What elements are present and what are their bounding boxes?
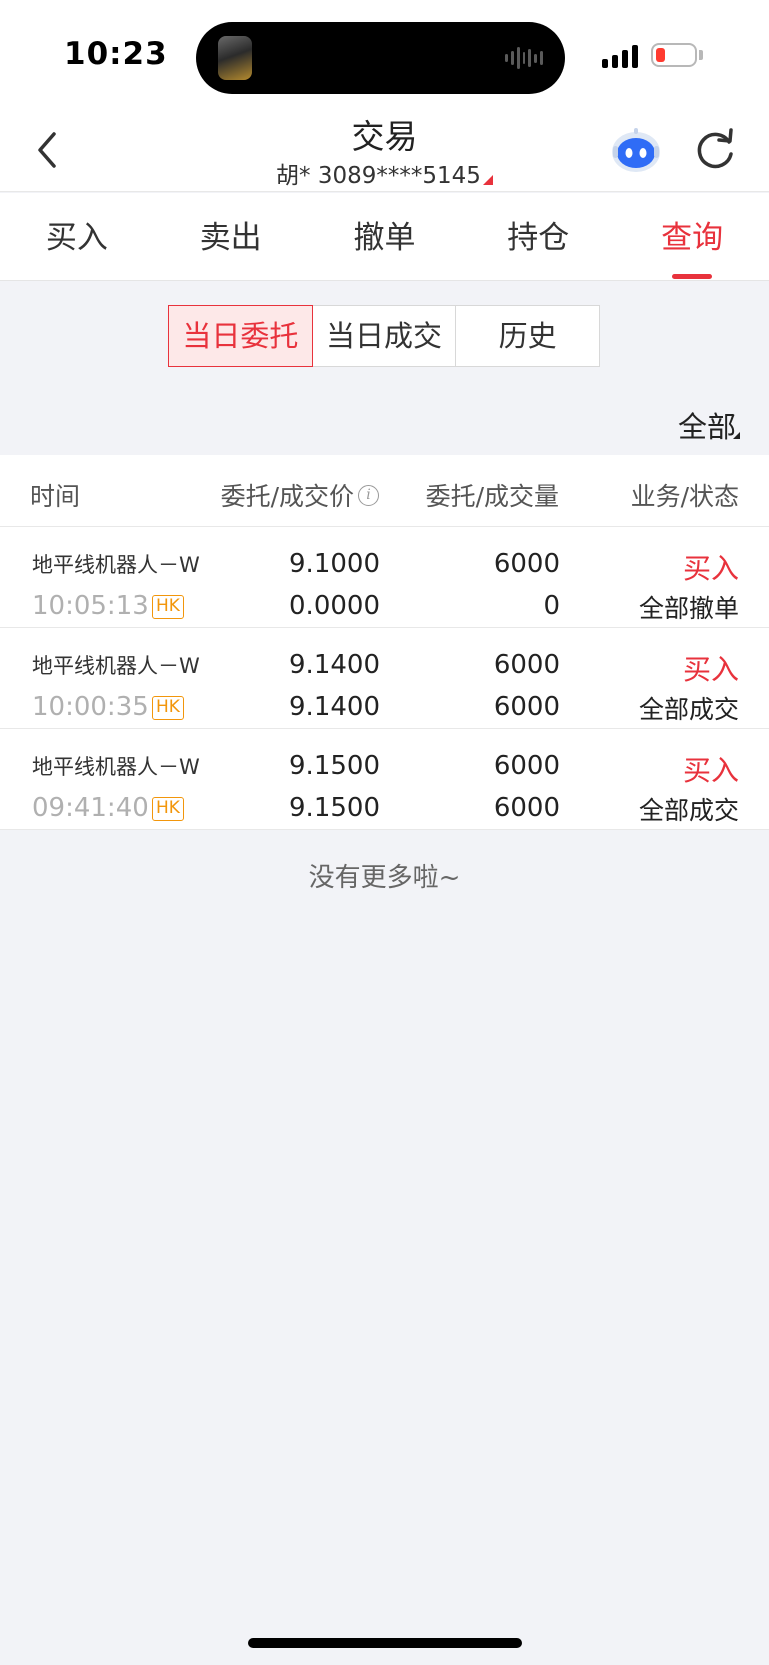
- status-time: 10:23: [64, 36, 168, 72]
- column-header-time: 时间: [30, 482, 81, 511]
- robot-assistant-icon[interactable]: [610, 126, 662, 174]
- column-header-status: 业务/状态: [630, 482, 739, 511]
- order-price: 9.1400: [289, 650, 380, 680]
- order-state: 全部成交: [638, 796, 739, 825]
- segment-history[interactable]: 历史: [456, 305, 601, 367]
- info-icon[interactable]: i: [358, 484, 379, 506]
- market-badge: HK: [152, 797, 184, 821]
- order-quantity: 6000: [493, 549, 560, 579]
- order-time: 10:05:13: [32, 591, 149, 621]
- order-quantity: 6000: [493, 650, 560, 680]
- column-header-price: 委托/成交价 i: [221, 477, 379, 513]
- orders-table: 时间 委托/成交价 i 委托/成交量 业务/状态 地平线机器人－W 10:05:…: [0, 455, 769, 830]
- status-bar: 10:23: [0, 0, 769, 110]
- now-playing-artwork-icon: [218, 36, 252, 80]
- no-more-text: 没有更多啦~: [308, 863, 461, 893]
- battery-cap: [699, 50, 703, 60]
- account-dropdown-icon: [482, 175, 493, 185]
- order-time: 09:41:40: [32, 793, 149, 823]
- filter-dropdown[interactable]: 全部: [678, 404, 736, 446]
- segment-today-trades[interactable]: 当日成交: [312, 305, 457, 367]
- tab-query[interactable]: 查询: [615, 193, 769, 280]
- fill-quantity: 0: [543, 591, 560, 621]
- order-side: 买入: [682, 754, 739, 787]
- tab-cancel-order[interactable]: 撤单: [308, 193, 462, 280]
- tab-buy[interactable]: 买入: [0, 193, 154, 280]
- order-side: 买入: [682, 653, 739, 686]
- stock-name: 地平线机器人－W: [32, 755, 200, 779]
- order-state: 全部撤单: [638, 594, 739, 623]
- tab-positions[interactable]: 持仓: [461, 193, 615, 280]
- market-badge: HK: [152, 696, 184, 720]
- table-header: 时间 委托/成交价 i 委托/成交量 业务/状态: [0, 455, 769, 527]
- fill-price: 9.1400: [289, 692, 380, 722]
- fill-price: 0.0000: [289, 591, 380, 621]
- audio-waveform-icon: [505, 46, 544, 70]
- trade-tab-bar: 买入 卖出 撤单 持仓 查询: [0, 193, 769, 281]
- cellular-signal-icon: [602, 44, 640, 68]
- battery-level: [656, 48, 665, 62]
- order-time: 10:00:35: [32, 692, 149, 722]
- table-row[interactable]: 地平线机器人－W 09:41:40 HK 9.1500 9.1500 6000 …: [0, 729, 769, 830]
- market-badge: HK: [152, 595, 184, 619]
- order-side: 买入: [682, 552, 739, 585]
- battery-icon: [651, 43, 697, 67]
- order-state: 全部成交: [638, 695, 739, 724]
- dynamic-island[interactable]: [196, 22, 565, 94]
- table-row[interactable]: 地平线机器人－W 10:00:35 HK 9.1400 9.1400 6000 …: [0, 628, 769, 729]
- nav-bar: 交易 胡* 3089****5145: [0, 110, 769, 192]
- home-indicator[interactable]: [248, 1638, 522, 1648]
- order-quantity: 6000: [493, 751, 560, 781]
- table-row[interactable]: 地平线机器人－W 10:05:13 HK 9.1000 0.0000 6000 …: [0, 527, 769, 628]
- tab-sell[interactable]: 卖出: [154, 193, 308, 280]
- fill-quantity: 6000: [493, 692, 560, 722]
- filter-dropdown-icon: [733, 432, 740, 439]
- stock-name: 地平线机器人－W: [32, 654, 200, 678]
- screen: 10:23 交易 胡* 3089****5145 买入 卖出 撤单 持仓 查询 …: [0, 0, 769, 1665]
- refresh-icon[interactable]: [692, 128, 738, 174]
- query-segmented-control: 当日委托 当日成交 历史: [168, 305, 601, 367]
- order-price: 9.1500: [289, 751, 380, 781]
- stock-name: 地平线机器人－W: [32, 553, 200, 577]
- fill-price: 9.1500: [289, 793, 380, 823]
- fill-quantity: 6000: [493, 793, 560, 823]
- account-number: 胡* 3089****5145: [276, 163, 481, 189]
- segment-today-orders[interactable]: 当日委托: [168, 305, 313, 367]
- column-header-quantity: 委托/成交量: [425, 482, 559, 511]
- order-price: 9.1000: [289, 549, 380, 579]
- column-header-price-label: 委托/成交价: [220, 482, 354, 511]
